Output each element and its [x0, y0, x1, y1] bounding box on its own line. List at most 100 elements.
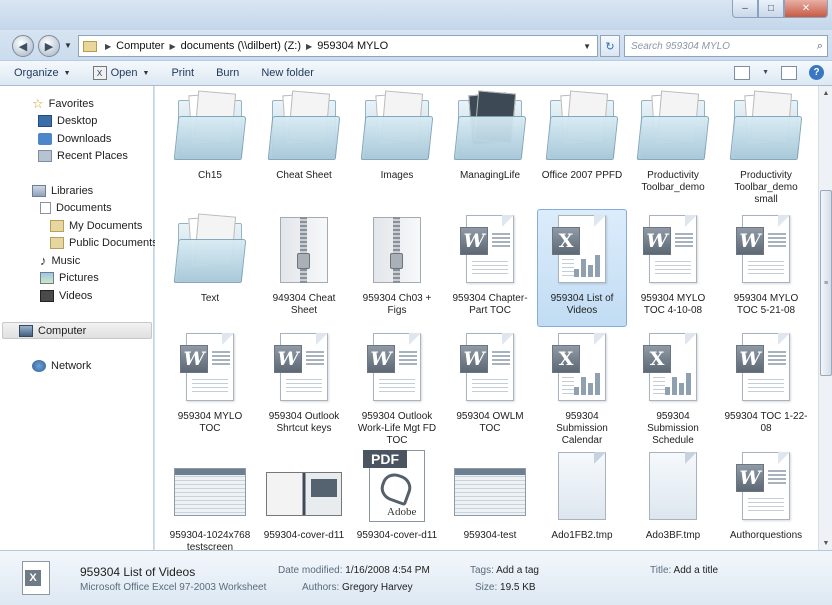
folder-item[interactable]: Text: [165, 209, 255, 327]
details-value[interactable]: Add a title: [674, 565, 718, 576]
scrollbar-thumb[interactable]: ≡: [820, 190, 832, 376]
details-key: Authors:: [302, 582, 340, 593]
item-label: Text: [200, 293, 220, 304]
maximize-button[interactable]: □: [758, 0, 784, 18]
sidebar-item-libraries[interactable]: Libraries: [32, 182, 93, 199]
breadcrumb-current-folder[interactable]: 959304 MYLO: [317, 40, 388, 52]
file-item[interactable]: 959304-cover-d11: [259, 446, 349, 550]
folder-item[interactable]: ManagingLife: [445, 86, 535, 204]
sidebar-label: Videos: [59, 289, 93, 302]
file-item[interactable]: PDF Adobe 959304-cover-d11: [352, 446, 442, 550]
sidebar-item-videos[interactable]: Videos: [40, 287, 92, 304]
file-item[interactable]: W 959304 Outlook Work-Life Mgt FD TOC: [352, 327, 442, 446]
documents-icon: [40, 201, 51, 214]
file-item[interactable]: W 959304 OWLM TOC: [445, 327, 535, 445]
folder-item[interactable]: Productivity Toolbar_demo small: [721, 86, 811, 205]
word-document-icon: W: [172, 331, 248, 407]
item-label: 959304-cover-d11: [356, 530, 438, 541]
close-button[interactable]: ✕: [784, 0, 828, 18]
item-label: Productivity Toolbar_demo small: [734, 170, 798, 205]
item-label: 959304 MYLO TOC 4-10-08: [640, 293, 706, 316]
preview-pane-icon[interactable]: [781, 65, 797, 80]
folder-icon: [266, 90, 342, 166]
forward-button[interactable]: ▶: [38, 35, 60, 57]
folder-item[interactable]: Cheat Sheet: [259, 86, 349, 204]
file-item[interactable]: 959304 Ch03 + Figs: [352, 209, 442, 327]
item-label: Ado1FB2.tmp: [551, 530, 613, 541]
help-icon[interactable]: ?: [809, 65, 824, 80]
sidebar-item-pictures[interactable]: Pictures: [40, 269, 99, 286]
file-item[interactable]: W 959304 Outlook Shrtcut keys: [259, 327, 349, 445]
minimize-button[interactable]: –: [732, 0, 758, 18]
sidebar-item-desktop[interactable]: Desktop: [38, 112, 97, 129]
word-document-icon: W: [635, 213, 711, 289]
sidebar-item-favorites[interactable]: ☆ Favorites: [32, 95, 94, 112]
back-arrow-icon: ◀: [18, 40, 28, 53]
address-dropdown-icon[interactable]: ▼: [583, 42, 591, 51]
details-authors: Authors: Gregory Harvey: [302, 582, 413, 593]
file-list: Ch15 Cheat Sheet Images ManagingLife Office …: [155, 86, 818, 550]
sidebar-item-computer[interactable]: Computer: [2, 322, 152, 339]
desktop-icon: [38, 114, 52, 127]
burn-button[interactable]: Burn: [216, 67, 239, 79]
view-controls: ▼ ?: [734, 65, 824, 80]
file-item[interactable]: 949304 Cheat Sheet: [259, 209, 349, 327]
file-item[interactable]: W 959304 TOC 1-22-08: [721, 327, 811, 445]
breadcrumb-documents-drive[interactable]: documents (\\dilbert) (Z:): [181, 40, 301, 52]
file-item[interactable]: X 959304 List of Videos: [537, 209, 627, 327]
folder-item[interactable]: Images: [352, 86, 442, 204]
print-button[interactable]: Print: [171, 67, 194, 79]
address-bar[interactable]: ▶ Computer ▶ documents (\\dilbert) (Z:) …: [78, 35, 598, 57]
view-dropdown-icon[interactable]: ▼: [762, 69, 769, 76]
chevron-right-icon[interactable]: ▶: [169, 42, 175, 51]
file-item[interactable]: W 959304 MYLO TOC 5-21-08: [721, 209, 811, 327]
search-icon[interactable]: ⌕: [817, 40, 823, 53]
organize-button[interactable]: Organize ▼: [14, 67, 71, 79]
history-dropdown[interactable]: ▼: [64, 41, 72, 50]
folder-item[interactable]: Productivity Toolbar_demo: [628, 86, 718, 204]
details-value[interactable]: Add a tag: [496, 565, 539, 576]
sidebar-item-documents[interactable]: Documents: [40, 199, 112, 216]
item-label: ManagingLife: [459, 170, 521, 181]
folder-item[interactable]: Office 2007 PPFD: [537, 86, 627, 204]
file-item[interactable]: Ado3BF.tmp: [628, 446, 718, 550]
file-item[interactable]: 959304-1024x768 testscreen: [165, 446, 255, 550]
scroll-up-icon[interactable]: ▲: [819, 86, 832, 100]
sidebar-item-downloads[interactable]: Downloads: [38, 130, 111, 147]
back-button[interactable]: ◀: [12, 35, 34, 57]
recent-places-icon: [38, 149, 52, 162]
file-item[interactable]: 959304-test: [445, 446, 535, 550]
file-item[interactable]: Ado1FB2.tmp: [537, 446, 627, 550]
search-input[interactable]: Search 959304 MYLO ⌕: [624, 35, 828, 57]
file-item[interactable]: W 959304 Chapter-Part TOC: [445, 209, 535, 327]
open-button[interactable]: X Open ▼: [92, 66, 149, 80]
excel-document-icon: X: [635, 331, 711, 407]
vertical-scrollbar[interactable]: ▲ ≡ ▼: [818, 86, 832, 550]
temp-file-icon: [544, 450, 620, 526]
details-key: Title:: [650, 565, 672, 576]
refresh-button[interactable]: ↻: [600, 35, 620, 57]
folder-icon: [50, 219, 64, 232]
sidebar-item-music[interactable]: ♪ Music: [40, 252, 80, 269]
word-document-icon: W: [266, 331, 342, 407]
item-label: Productivity Toolbar_demo: [641, 170, 705, 193]
change-view-icon[interactable]: [734, 65, 751, 80]
sidebar-item-public-documents[interactable]: Public Documents: [50, 234, 158, 251]
file-item[interactable]: X 959304 Submission Schedule: [628, 327, 718, 446]
chevron-right-icon[interactable]: ▶: [306, 42, 312, 51]
file-item[interactable]: W 959304 MYLO TOC: [165, 327, 255, 445]
folder-item[interactable]: Ch15: [165, 86, 255, 204]
breadcrumb: ▶ Computer ▶ documents (\\dilbert) (Z:) …: [100, 40, 388, 52]
details-value[interactable]: Gregory Harvey: [342, 582, 413, 593]
new-folder-button[interactable]: New folder: [261, 67, 314, 79]
sidebar-item-my-documents[interactable]: My Documents: [50, 217, 142, 234]
file-item[interactable]: W Authorquestions: [721, 446, 811, 550]
sidebar-item-network[interactable]: Network: [32, 357, 91, 374]
scroll-down-icon[interactable]: ▼: [819, 536, 832, 550]
file-item[interactable]: W 959304 MYLO TOC 4-10-08: [628, 209, 718, 327]
sidebar-item-recent-places[interactable]: Recent Places: [38, 147, 128, 164]
breadcrumb-computer[interactable]: Computer: [116, 40, 164, 52]
word-document-icon: W: [359, 331, 435, 407]
details-pane: X 959304 List of Videos Microsoft Office…: [0, 550, 832, 605]
file-item[interactable]: X 959304 Submission Calendar: [537, 327, 627, 446]
